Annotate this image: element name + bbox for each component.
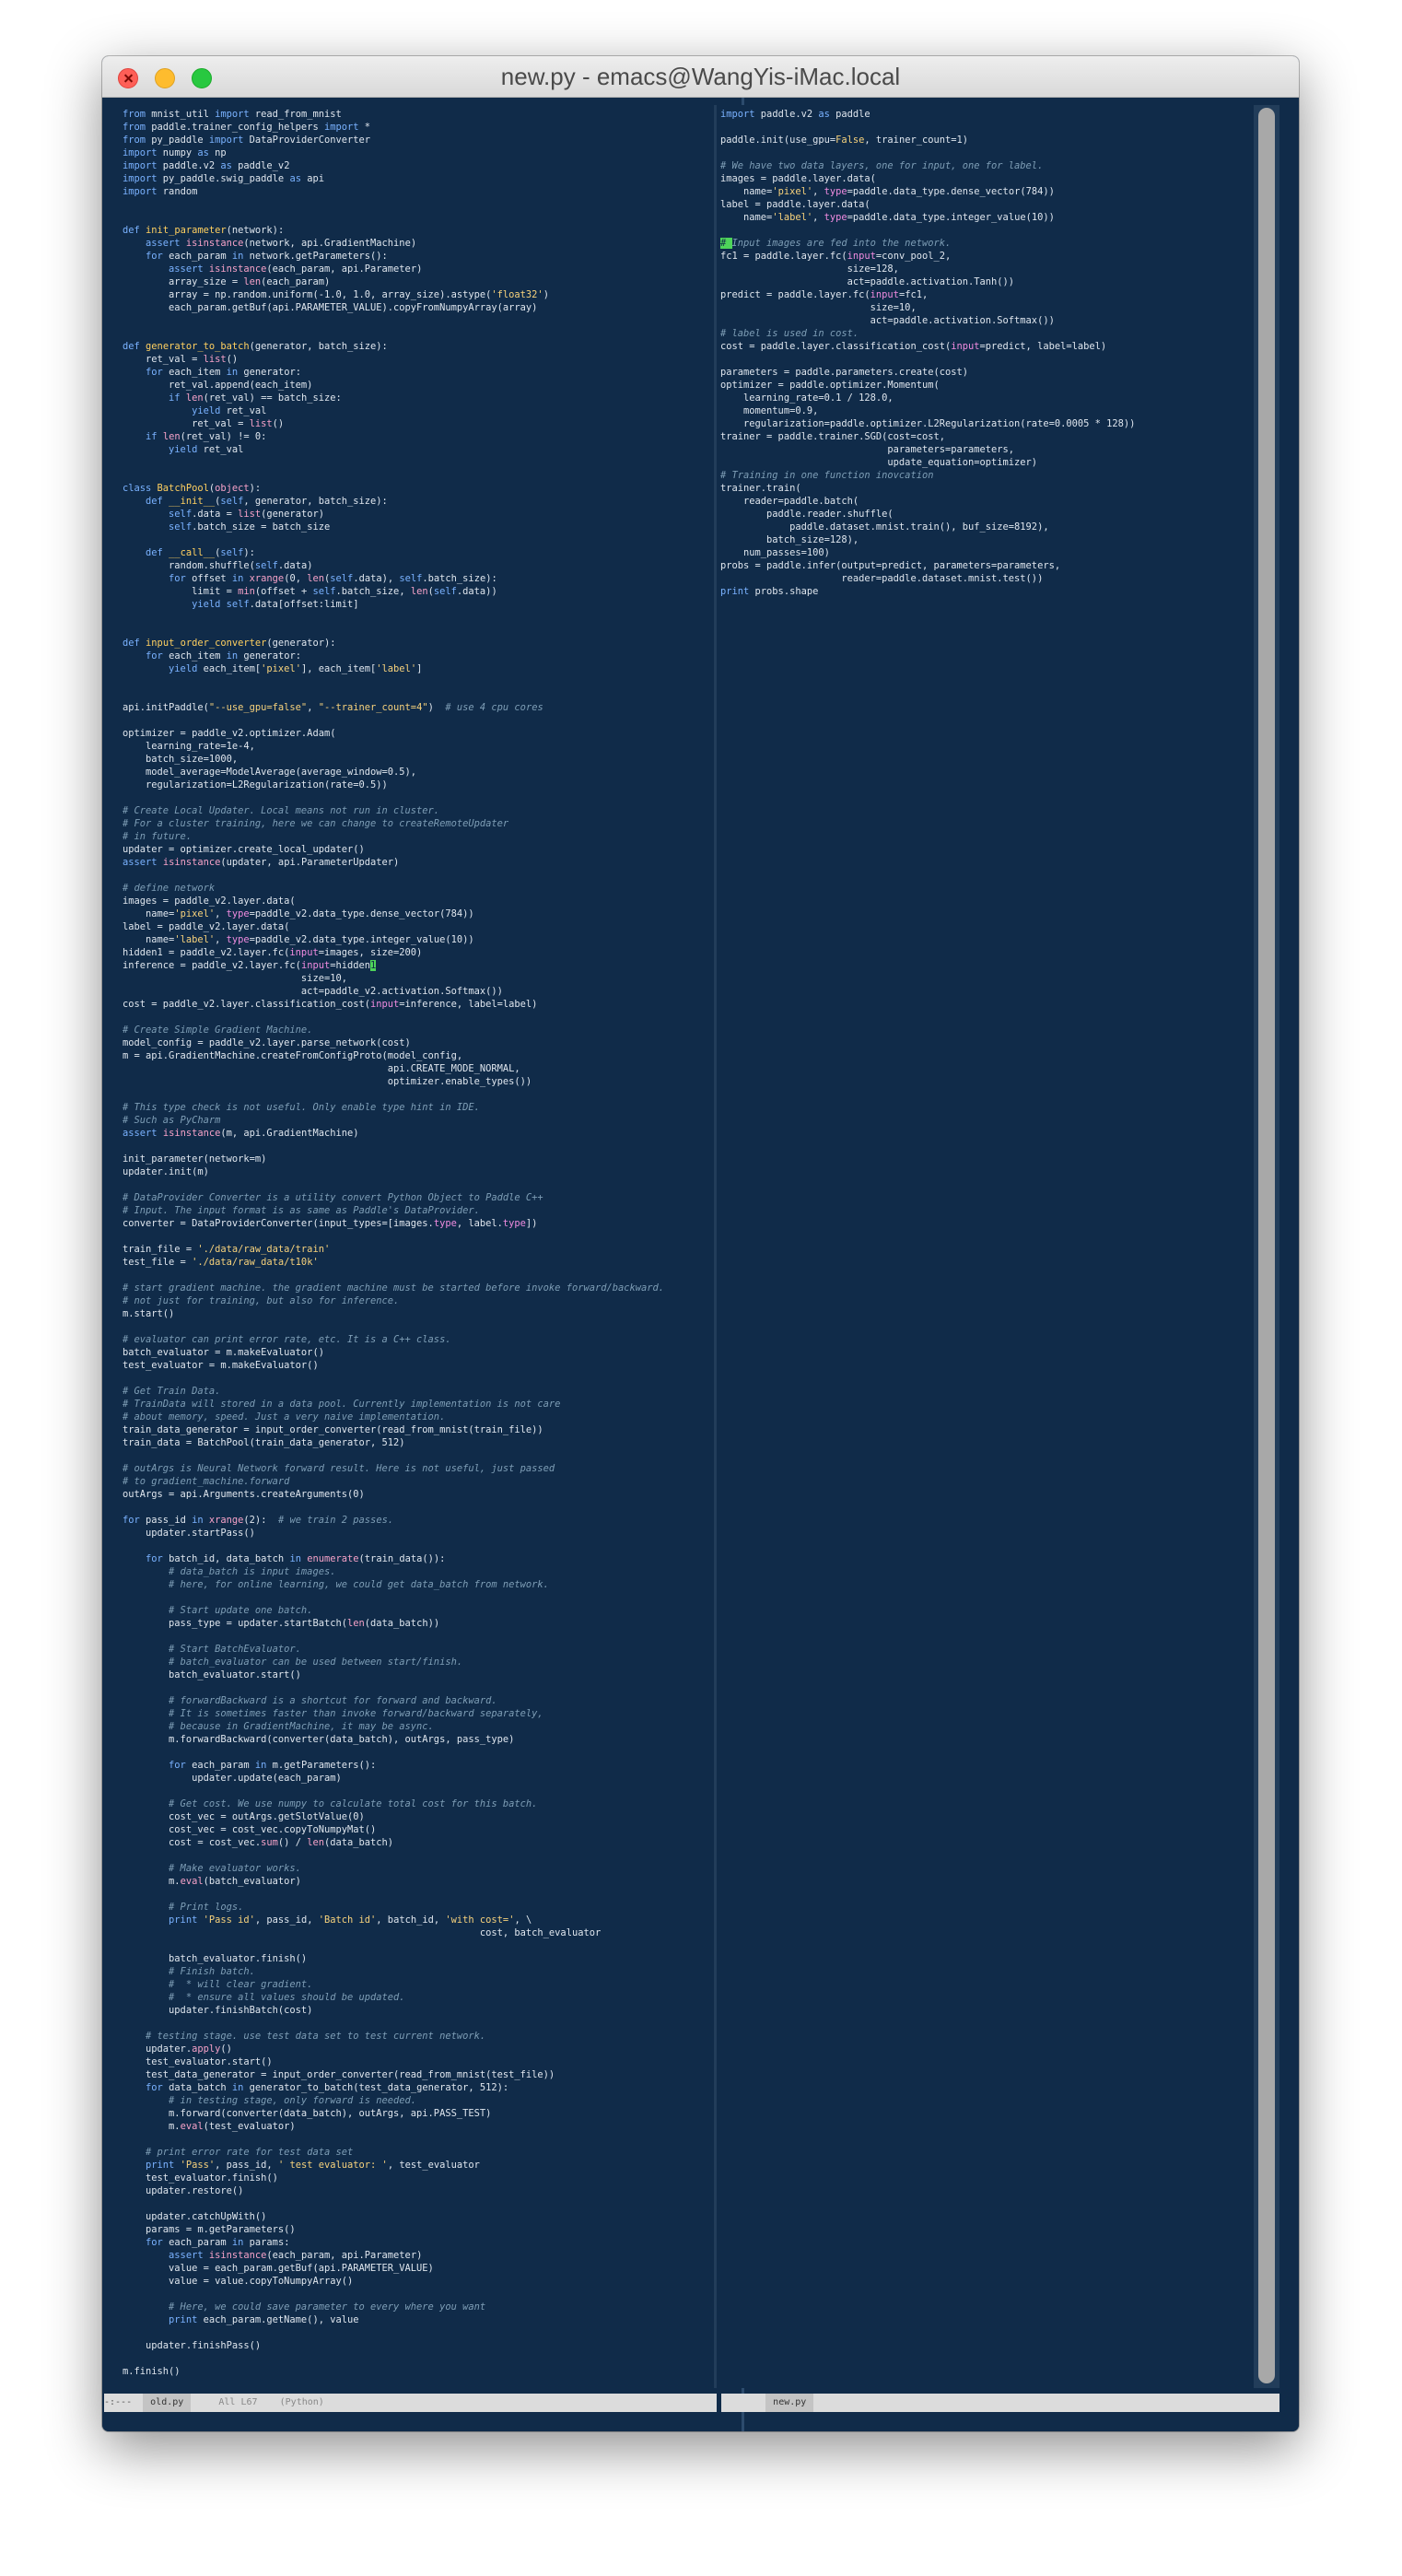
left-position: All L67 [218,2397,258,2407]
right-modeline[interactable]: new.py [721,2394,1279,2412]
right-editor-pane[interactable]: import paddle.v2 as paddle paddle.init(u… [717,105,1249,2388]
left-major-mode: (Python) [279,2397,324,2407]
left-modeline[interactable]: -:--- old.py All L67 (Python) [104,2394,717,2412]
editor-frame: from mnist_util import read_from_mnist f… [102,98,1299,2431]
left-editor-pane[interactable]: from mnist_util import read_from_mnist f… [119,105,709,2388]
old-py-code[interactable]: from mnist_util import read_from_mnist f… [119,105,709,2378]
right-scrollbar-thumb[interactable] [1258,108,1275,2383]
emacs-window: new.py - emacs@WangYis-iMac.local from m… [102,56,1299,2431]
right-buffer-name[interactable]: new.py [765,2394,814,2412]
modeline-prefix: -:--- [104,2397,133,2407]
new-py-code[interactable]: import paddle.v2 as paddle paddle.init(u… [717,105,1249,598]
right-scrollbar[interactable] [1254,105,1279,2388]
title-bar: new.py - emacs@WangYis-iMac.local [102,56,1299,98]
window-title: new.py - emacs@WangYis-iMac.local [500,63,901,90]
left-buffer-name[interactable]: old.py [143,2394,192,2412]
